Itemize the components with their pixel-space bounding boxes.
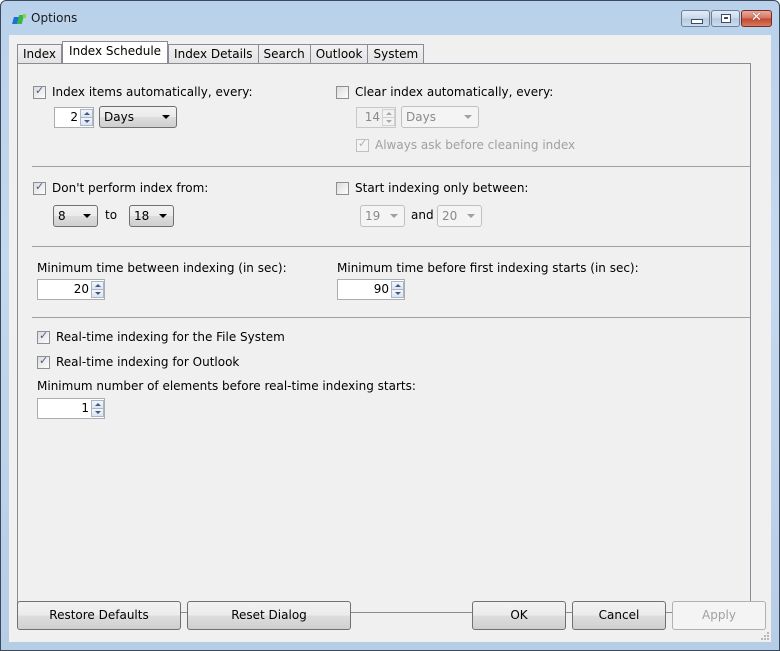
tab-search[interactable]: Search	[257, 44, 311, 63]
checkbox-checked-icon	[37, 329, 50, 344]
index-auto-label: Index items automatically, every:	[52, 85, 253, 99]
spin-down-icon[interactable]	[91, 408, 104, 417]
chevron-down-icon	[390, 214, 398, 218]
ok-button[interactable]: OK	[472, 601, 566, 630]
dont-perform-to-select[interactable]: 18	[129, 205, 174, 227]
realtime-outlook-label: Real-time indexing for Outlook	[56, 355, 240, 369]
and-label: and	[411, 208, 434, 222]
spin-down-icon[interactable]	[91, 289, 104, 298]
start-between-checkbox[interactable]: Start indexing only between:	[336, 181, 528, 195]
min-between-spinner[interactable]: 20	[37, 279, 105, 300]
checkbox-unchecked-icon	[336, 85, 349, 99]
dont-perform-checkbox[interactable]: Don't perform index from:	[33, 180, 209, 195]
min-between-label: Minimum time between indexing (in sec):	[37, 261, 287, 275]
start-between-from-select[interactable]: 19	[360, 205, 405, 227]
min-before-first-spinner[interactable]: 90	[337, 279, 405, 300]
spin-down-icon[interactable]	[80, 117, 93, 126]
checkbox-checked-icon	[33, 84, 46, 99]
tab-outlook[interactable]: Outlook	[309, 44, 369, 63]
spin-down-icon[interactable]	[382, 117, 395, 126]
caption-buttons: ✕	[680, 10, 772, 27]
close-button[interactable]: ✕	[741, 10, 772, 27]
index-interval-unit-select[interactable]: Days	[99, 106, 177, 128]
chevron-down-icon	[162, 115, 170, 119]
restore-defaults-button[interactable]: Restore Defaults	[17, 601, 181, 630]
realtime-fs-checkbox[interactable]: Real-time indexing for the File System	[37, 329, 285, 344]
chevron-down-icon	[83, 214, 91, 218]
always-ask-checkbox[interactable]: Always ask before cleaning index	[356, 137, 576, 152]
chevron-down-icon	[159, 214, 167, 218]
always-ask-label: Always ask before cleaning index	[375, 138, 576, 152]
maximize-icon	[721, 14, 731, 23]
options-window: Options ✕ Index Index Schedule Index Det…	[0, 0, 780, 651]
close-icon: ✕	[751, 10, 762, 25]
minimize-button[interactable]	[681, 10, 710, 27]
tab-index-schedule[interactable]: Index Schedule	[62, 41, 169, 63]
checkbox-unchecked-icon	[336, 181, 349, 195]
min-elements-spinner[interactable]: 1	[37, 398, 105, 419]
dont-perform-label: Don't perform index from:	[52, 181, 209, 195]
app-logo-icon	[12, 14, 27, 24]
dont-perform-from-select[interactable]: 8	[53, 205, 98, 227]
apply-button[interactable]: Apply	[672, 601, 766, 630]
checkbox-checked-icon	[356, 137, 369, 152]
min-elements-label: Minimum number of elements before real-t…	[37, 379, 416, 393]
index-interval-spinner[interactable]: 2	[54, 107, 94, 128]
clear-auto-label: Clear index automatically, every:	[355, 85, 554, 99]
index-schedule-panel: Index items automatically, every: 2 Days…	[17, 63, 751, 613]
realtime-outlook-checkbox[interactable]: Real-time indexing for Outlook	[37, 354, 240, 369]
checkbox-checked-icon	[33, 180, 46, 195]
tab-system[interactable]: System	[367, 44, 425, 63]
start-between-to-select[interactable]: 20	[437, 205, 482, 227]
reset-dialog-button[interactable]: Reset Dialog	[187, 601, 351, 630]
spin-down-icon[interactable]	[391, 289, 404, 298]
clear-interval-spinner[interactable]: 14	[356, 107, 396, 128]
tab-strip: Index Index Schedule Index Details Searc…	[17, 41, 425, 63]
min-before-first-label: Minimum time before first indexing start…	[337, 261, 639, 275]
section-divider	[32, 166, 750, 167]
checkbox-checked-icon	[37, 354, 50, 369]
chevron-down-icon	[467, 214, 475, 218]
window-title: Options	[31, 11, 78, 25]
start-between-label: Start indexing only between:	[355, 181, 529, 195]
section-divider	[32, 246, 750, 247]
resize-grip-icon[interactable]	[759, 630, 769, 640]
index-auto-checkbox[interactable]: Index items automatically, every:	[33, 84, 253, 99]
dialog-client-area: Index Index Schedule Index Details Searc…	[9, 35, 771, 642]
tab-index[interactable]: Index	[17, 44, 63, 63]
section-divider	[32, 317, 750, 318]
chevron-down-icon	[464, 115, 472, 119]
maximize-button[interactable]	[711, 10, 740, 27]
minimize-icon	[691, 19, 703, 24]
clear-interval-unit-select[interactable]: Days	[401, 106, 479, 128]
realtime-fs-label: Real-time indexing for the File System	[56, 330, 285, 344]
to-label: to	[105, 208, 118, 222]
clear-auto-checkbox[interactable]: Clear index automatically, every:	[336, 85, 553, 99]
tab-index-details[interactable]: Index Details	[168, 44, 259, 63]
cancel-button[interactable]: Cancel	[572, 601, 666, 630]
title-bar[interactable]: Options ✕	[1, 1, 779, 35]
